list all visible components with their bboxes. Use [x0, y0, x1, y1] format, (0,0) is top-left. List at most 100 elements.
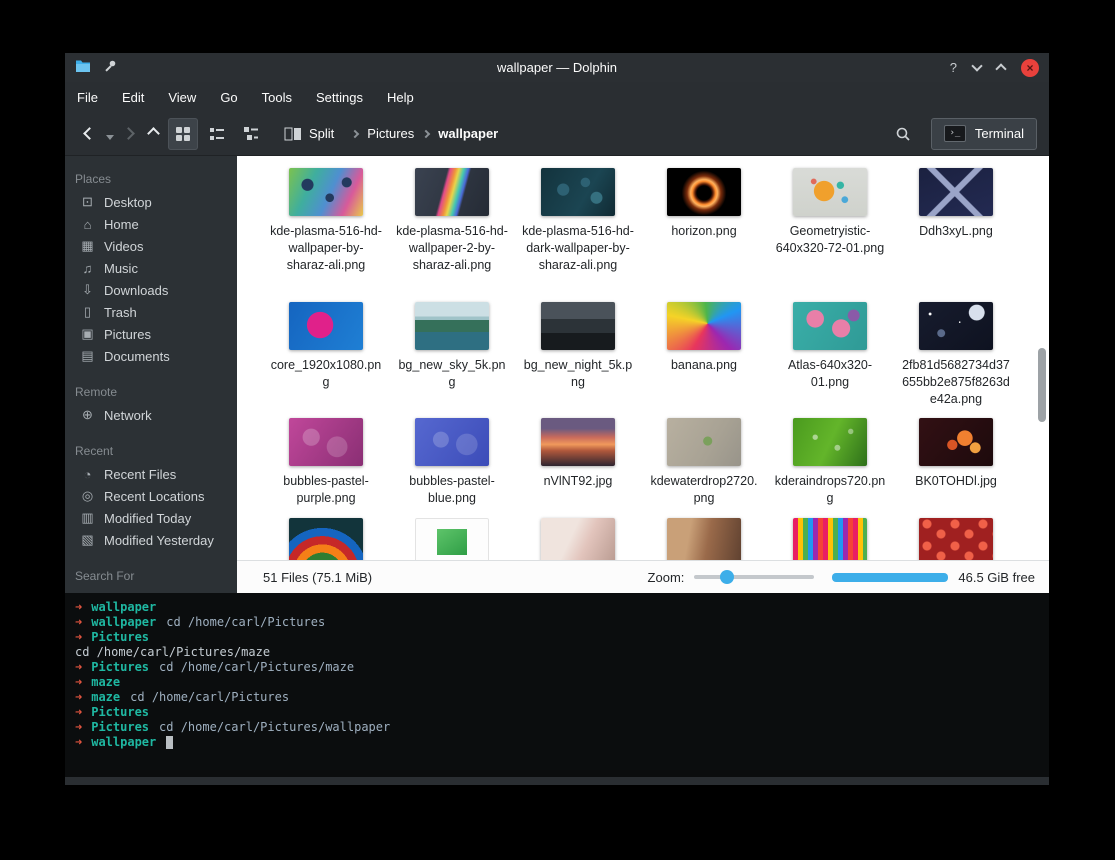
file-thumbnail [793, 518, 867, 560]
minimize-button[interactable] [971, 60, 982, 71]
file-item[interactable] [767, 518, 893, 560]
terminal-toggle-button[interactable]: ›_ Terminal [931, 118, 1037, 150]
search-button[interactable] [885, 120, 921, 148]
terminal-command: cd /home/carl/Pictures/maze [159, 660, 354, 674]
terminal-panel[interactable]: ➜wallpaper ➜wallpaper cd /home/carl/Pictu… [65, 593, 1049, 777]
terminal-icon: ›_ [944, 125, 966, 142]
menu-tools[interactable]: Tools [262, 90, 292, 105]
vertical-scrollbar[interactable] [1038, 348, 1046, 422]
sidebar-item-home[interactable]: ⌂ Home [65, 213, 237, 235]
file-item[interactable]: banana.png [641, 302, 767, 418]
history-dropdown-icon[interactable] [106, 135, 114, 140]
music-icon: ♫ [80, 261, 95, 276]
file-item[interactable]: 2fb81d5682734d37655bb2e875f8263de42a.png [893, 302, 1019, 418]
file-item[interactable]: kde-plasma-516-hd-dark-wallpaper-by-shar… [515, 168, 641, 302]
sidebar-item-videos[interactable]: ▦ Videos [65, 235, 237, 257]
file-thumbnail [541, 418, 615, 466]
file-item[interactable]: core_1920x1080.png [263, 302, 389, 418]
file-thumbnail [793, 302, 867, 350]
breadcrumb-pictures[interactable]: Pictures [367, 126, 414, 141]
sidebar-item-documents[interactable]: ▤ Documents [65, 345, 237, 367]
sidebar-item-label: Recent Locations [104, 489, 204, 504]
split-icon [284, 127, 302, 141]
home-icon: ⌂ [80, 217, 95, 232]
help-button[interactable]: ? [950, 60, 957, 75]
pin-icon[interactable] [103, 59, 117, 76]
file-item[interactable]: kde-plasma-516-hd-wallpaper-by-sharaz-al… [263, 168, 389, 302]
zoom-slider-handle[interactable] [720, 570, 734, 584]
maximize-button[interactable] [995, 63, 1006, 74]
file-item[interactable]: bubbles-pastel-purple.png [263, 418, 389, 518]
close-button[interactable]: × [1021, 59, 1039, 77]
file-item[interactable] [641, 518, 767, 560]
sidebar-item-modified-today[interactable]: ▥ Modified Today [65, 507, 237, 529]
file-name: bg_new_sky_5k.png [396, 357, 508, 391]
zoom-slider[interactable] [694, 575, 814, 579]
file-item[interactable]: kdewaterdrop2720.png [641, 418, 767, 518]
file-item[interactable]: Geometryistic-640x320-72-01.png [767, 168, 893, 302]
tree-view-button[interactable] [236, 118, 266, 150]
icons-view-button[interactable] [168, 118, 198, 150]
file-item[interactable] [893, 518, 1019, 560]
menu-view[interactable]: View [168, 90, 196, 105]
sidebar-item-downloads[interactable]: ⇩ Downloads [65, 279, 237, 301]
network-icon: ⊕ [80, 407, 95, 423]
titlebar[interactable]: wallpaper — Dolphin ? × [65, 53, 1049, 82]
terminal-cursor [166, 736, 173, 749]
file-name: BK0TOHDl.jpg [915, 473, 997, 490]
file-thumbnail [793, 418, 867, 466]
up-button[interactable] [141, 123, 166, 144]
sidebar-item-network[interactable]: ⊕ Network [65, 404, 237, 426]
file-item[interactable]: bubbles-pastel-blue.png [389, 418, 515, 518]
file-item[interactable]: horizon.png [641, 168, 767, 302]
recent-files-icon: ◔ [80, 467, 95, 482]
file-item[interactable]: bg_new_night_5k.png [515, 302, 641, 418]
file-name: 2fb81d5682734d37655bb2e875f8263de42a.png [900, 357, 1012, 408]
menu-file[interactable]: File [77, 90, 98, 105]
file-item[interactable] [515, 518, 641, 560]
split-button[interactable]: Split [276, 118, 342, 150]
file-item[interactable] [389, 518, 515, 560]
file-thumbnail [667, 418, 741, 466]
terminal-command: cd /home/carl/Pictures [130, 690, 289, 704]
file-thumbnail [919, 302, 993, 350]
menu-settings[interactable]: Settings [316, 90, 363, 105]
file-name: bg_new_night_5k.png [522, 357, 634, 391]
file-view[interactable]: kde-plasma-516-hd-wallpaper-by-sharaz-al… [237, 156, 1049, 560]
file-item[interactable]: bg_new_sky_5k.png [389, 302, 515, 418]
file-item[interactable] [263, 518, 389, 560]
disk-capacity-bar [832, 573, 948, 582]
forward-button[interactable] [116, 123, 141, 144]
menu-edit[interactable]: Edit [122, 90, 144, 105]
file-item[interactable]: BK0TOHDl.jpg [893, 418, 1019, 518]
sidebar-item-modified-yesterday[interactable]: ▧ Modified Yesterday [65, 529, 237, 551]
prompt-directory: wallpaper [91, 615, 156, 629]
file-name: banana.png [671, 357, 737, 374]
terminal-line: ➜wallpaper [75, 600, 1049, 615]
sidebar-item-trash[interactable]: ▯ Trash [65, 301, 237, 323]
terminal-prompt-line[interactable]: ➜wallpaper [75, 735, 1049, 750]
file-item[interactable]: nVlNT92.jpg [515, 418, 641, 518]
details-view-button[interactable] [202, 118, 232, 150]
sidebar-item-recent-locations[interactable]: ◎ Recent Locations [65, 485, 237, 507]
file-thumbnail [415, 418, 489, 466]
sidebar-item-recent-files[interactable]: ◔ Recent Files [65, 463, 237, 485]
file-item[interactable]: kde-plasma-516-hd-wallpaper-2-by-sharaz-… [389, 168, 515, 302]
prompt-directory: maze [91, 675, 120, 689]
sidebar-item-desktop[interactable]: ⊡ Desktop [65, 191, 237, 213]
file-thumbnail [919, 168, 993, 216]
file-item[interactable]: kderaindrops720.png [767, 418, 893, 518]
file-item[interactable]: Atlas-640x320-01.png [767, 302, 893, 418]
sidebar-item-label: Home [104, 217, 139, 232]
section-header-places: Places [65, 162, 237, 191]
breadcrumb-wallpaper[interactable]: wallpaper [438, 126, 498, 141]
zoom-label: Zoom: [648, 570, 685, 585]
sidebar-item-pictures[interactable]: ▣ Pictures [65, 323, 237, 345]
file-thumbnail [415, 302, 489, 350]
file-item[interactable]: Ddh3xyL.png [893, 168, 1019, 302]
menu-go[interactable]: Go [220, 90, 237, 105]
menu-help[interactable]: Help [387, 90, 414, 105]
sidebar-item-music[interactable]: ♫ Music [65, 257, 237, 279]
documents-icon: ▤ [80, 348, 95, 364]
back-button[interactable] [77, 123, 102, 144]
